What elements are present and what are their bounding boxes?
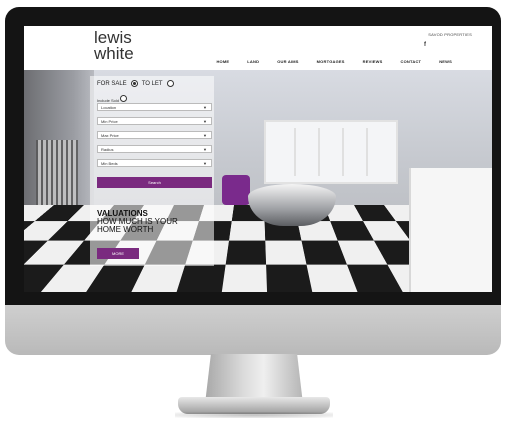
min-beds-select[interactable]: Min Beds ▼ bbox=[97, 159, 212, 167]
monitor-chin bbox=[5, 305, 501, 355]
valuations-block: VALUATIONS HOW MUCH IS YOUR HOME WORTH bbox=[97, 210, 178, 234]
hero-window bbox=[264, 120, 398, 184]
to-let-label: TO LET bbox=[141, 80, 163, 87]
nav-our-aims[interactable]: OUR AIMS bbox=[277, 59, 298, 64]
nav-land[interactable]: LAND bbox=[247, 59, 259, 64]
for-sale-label: FOR SALE bbox=[97, 80, 127, 87]
include-sold[interactable]: Include Sold bbox=[97, 95, 128, 103]
for-sale-radio[interactable] bbox=[130, 80, 138, 87]
include-sold-checkbox[interactable] bbox=[120, 95, 128, 102]
valuations-subtitle-2: HOME WORTH bbox=[97, 225, 154, 234]
chevron-down-icon: ▼ bbox=[203, 147, 207, 152]
max-price-select-label: Max Price bbox=[101, 133, 119, 138]
hero-banner: FOR SALE TO LET Include Sold Location ▼ … bbox=[24, 70, 492, 292]
hero-wardrobe bbox=[409, 168, 492, 292]
chevron-down-icon: ▼ bbox=[203, 105, 207, 110]
monitor-shadow bbox=[175, 412, 333, 418]
nav-home[interactable]: HOME bbox=[216, 59, 229, 64]
site-header: lewis white SAVOD PROPERTIES f HOME LAND… bbox=[24, 26, 492, 70]
nav-contact[interactable]: CONTACT bbox=[401, 59, 422, 64]
logo-line-2: white bbox=[94, 44, 134, 63]
location-select[interactable]: Location ▼ bbox=[97, 103, 212, 111]
hero-chair bbox=[222, 175, 250, 205]
property-search-panel: FOR SALE TO LET Include Sold Location ▼ … bbox=[90, 76, 214, 266]
min-beds-select-label: Min Beds bbox=[101, 161, 118, 166]
location-select-label: Location bbox=[101, 105, 117, 110]
to-let-radio[interactable] bbox=[166, 80, 174, 87]
sale-let-toggle: FOR SALE TO LET bbox=[97, 80, 174, 87]
top-link[interactable]: SAVOD PROPERTIES bbox=[428, 32, 472, 37]
nav-news[interactable]: NEWS bbox=[439, 59, 452, 64]
chevron-down-icon: ▼ bbox=[203, 161, 207, 166]
main-nav: HOME LAND OUR AIMS MORTGAGES REVIEWS CON… bbox=[216, 59, 452, 64]
chevron-down-icon: ▼ bbox=[203, 119, 207, 124]
logo[interactable]: lewis white bbox=[94, 29, 134, 63]
website-screen: lewis white SAVOD PROPERTIES f HOME LAND… bbox=[24, 26, 492, 292]
max-price-select[interactable]: Max Price ▼ bbox=[97, 131, 212, 139]
facebook-icon[interactable]: f bbox=[424, 42, 426, 48]
nav-mortgages[interactable]: MORTGAGES bbox=[317, 59, 345, 64]
search-button[interactable]: Search bbox=[97, 177, 212, 188]
chevron-down-icon: ▼ bbox=[203, 133, 207, 138]
min-price-select-label: Min Price bbox=[101, 119, 118, 124]
radius-select[interactable]: Radius ▼ bbox=[97, 145, 212, 153]
more-button[interactable]: MORE bbox=[97, 248, 139, 259]
radius-select-label: Radius bbox=[101, 147, 114, 152]
nav-reviews[interactable]: REVIEWS bbox=[363, 59, 383, 64]
min-price-select[interactable]: Min Price ▼ bbox=[97, 117, 212, 125]
